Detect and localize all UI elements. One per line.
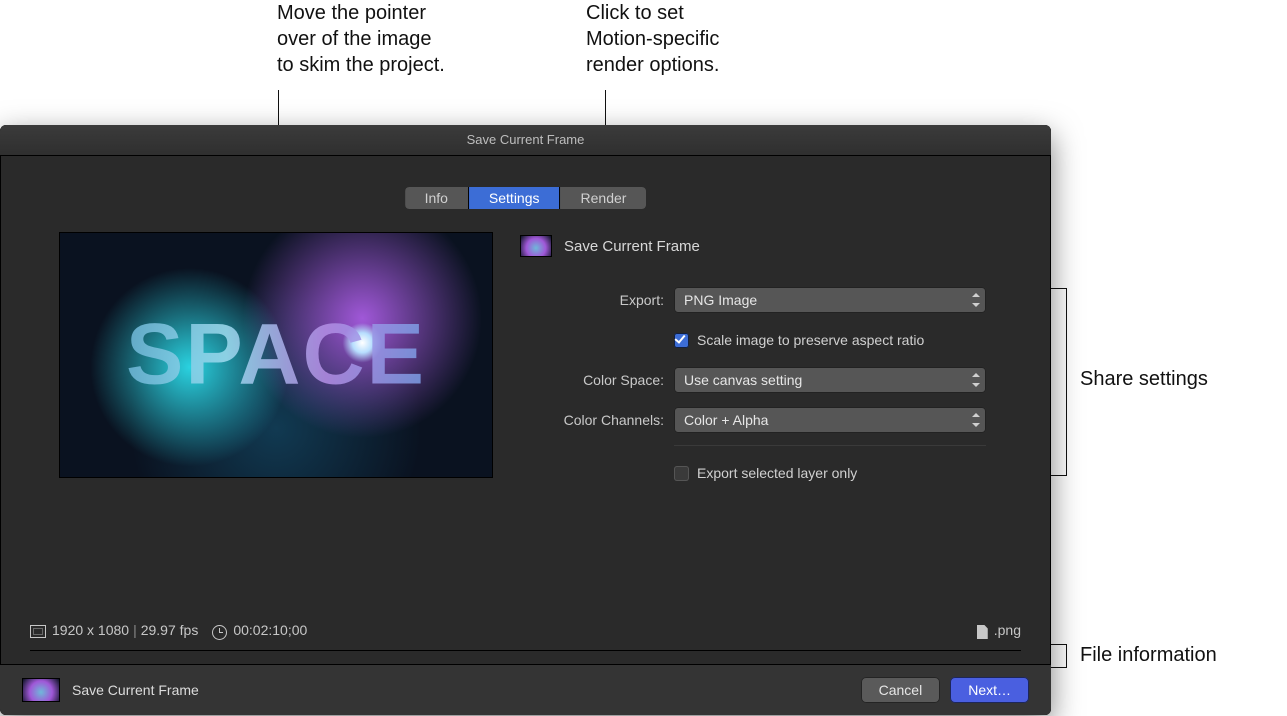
cancel-button[interactable]: Cancel [861, 677, 941, 703]
popup-export-value: PNG Image [684, 292, 757, 308]
footer: Save Current Frame Cancel Next… [0, 664, 1051, 715]
sheet-title: Save Current Frame [0, 125, 1051, 156]
footer-title: Save Current Frame [72, 682, 199, 698]
next-button[interactable]: Next… [950, 677, 1029, 703]
bracket-share-settings [1056, 288, 1067, 476]
settings-header-title: Save Current Frame [564, 238, 700, 255]
updown-arrows-icon [970, 291, 980, 309]
info-strip: 1920 x 1080 | 29.97 fps 00:02:10;00 .png [30, 616, 1021, 651]
tab-settings[interactable]: Settings [469, 187, 561, 209]
updown-arrows-icon [970, 411, 980, 429]
info-extension: .png [994, 622, 1021, 638]
settings-header-thumb [520, 235, 552, 257]
info-timecode: 00:02:10;00 [233, 622, 307, 638]
checkbox-export-selected-row: Export selected layer only [674, 465, 986, 481]
save-current-frame-sheet: Save Current Frame Info Settings Render … [0, 125, 1051, 715]
checkbox-scale-row[interactable]: Scale image to preserve aspect ratio [674, 332, 986, 348]
label-color-channels: Color Channels: [520, 412, 674, 428]
info-fps: 29.97 fps [141, 622, 199, 638]
bracket-file-info [1056, 644, 1067, 668]
checkbox-scale-label: Scale image to preserve aspect ratio [697, 332, 924, 348]
info-sep: | [133, 622, 137, 638]
popup-export[interactable]: PNG Image [674, 287, 986, 313]
tab-info[interactable]: Info [405, 187, 469, 209]
popup-color-space[interactable]: Use canvas setting [674, 367, 986, 393]
popup-color-channels[interactable]: Color + Alpha [674, 407, 986, 433]
tab-render[interactable]: Render [561, 187, 647, 209]
callout-render: Click to set Motion-specific render opti… [586, 0, 719, 78]
footer-thumb [22, 678, 60, 702]
preview-text: SPACE [126, 306, 426, 405]
checkbox-export-selected-label: Export selected layer only [697, 465, 857, 481]
updown-arrows-icon [970, 371, 980, 389]
preview-thumbnail[interactable]: SPACE [60, 233, 492, 477]
clock-icon [212, 625, 227, 640]
label-color-space: Color Space: [520, 372, 674, 388]
settings-divider [674, 445, 986, 446]
label-file-info: File information [1080, 644, 1217, 667]
checkbox-scale[interactable] [674, 333, 689, 348]
checkbox-export-selected [674, 466, 689, 481]
label-export: Export: [520, 292, 674, 308]
settings-column: Save Current Frame Export: PNG Image Sca… [520, 235, 1021, 498]
frame-size-icon [30, 625, 46, 638]
tab-group: Info Settings Render [405, 187, 647, 209]
popup-color-space-value: Use canvas setting [684, 372, 802, 388]
label-share-settings: Share settings [1080, 368, 1208, 391]
popup-color-channels-value: Color + Alpha [684, 412, 768, 428]
callout-skim: Move the pointer over of the image to sk… [277, 0, 445, 78]
info-resolution: 1920 x 1080 [52, 622, 129, 638]
file-icon [977, 625, 988, 639]
